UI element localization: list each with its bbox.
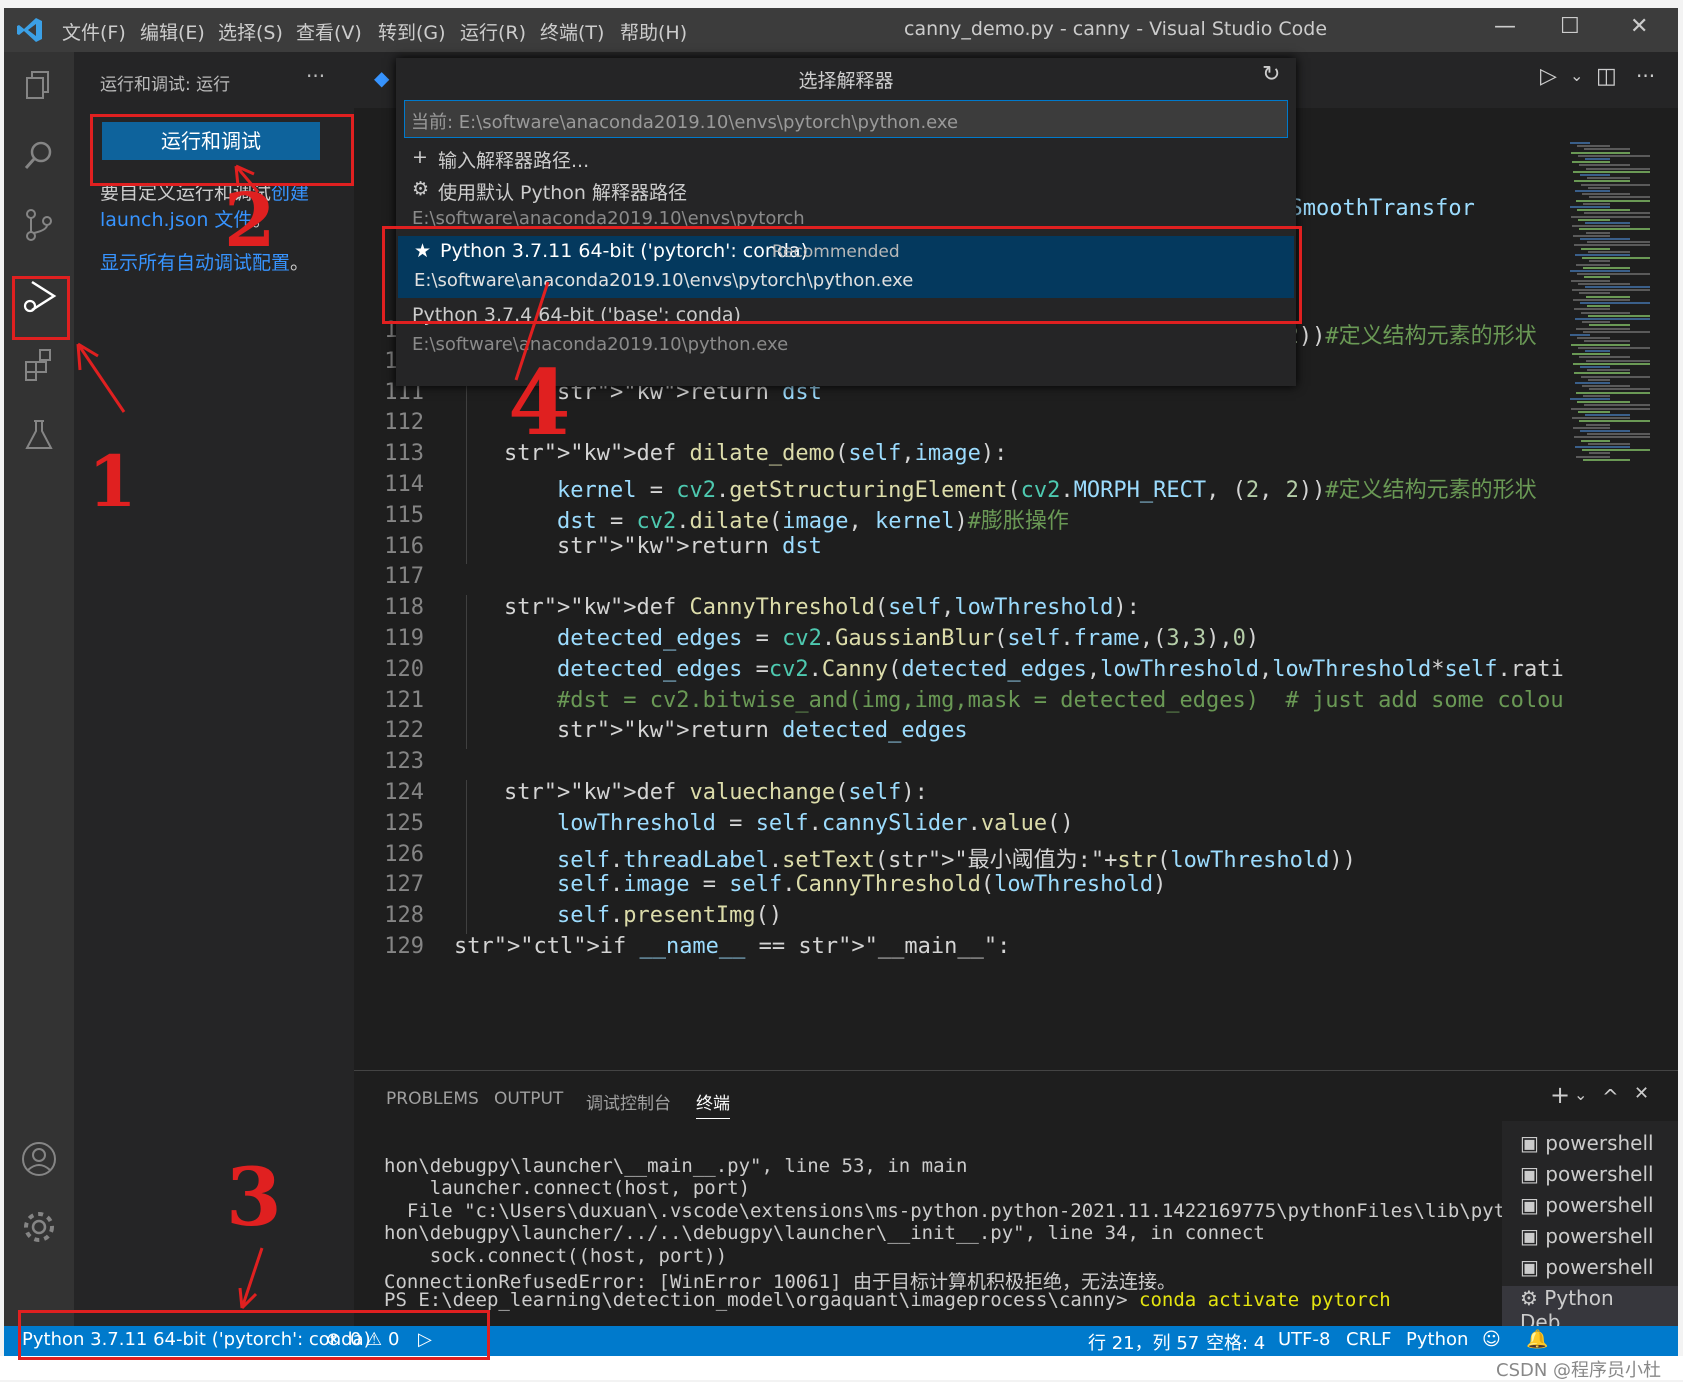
- annotation-arrows: [76, 164, 550, 1310]
